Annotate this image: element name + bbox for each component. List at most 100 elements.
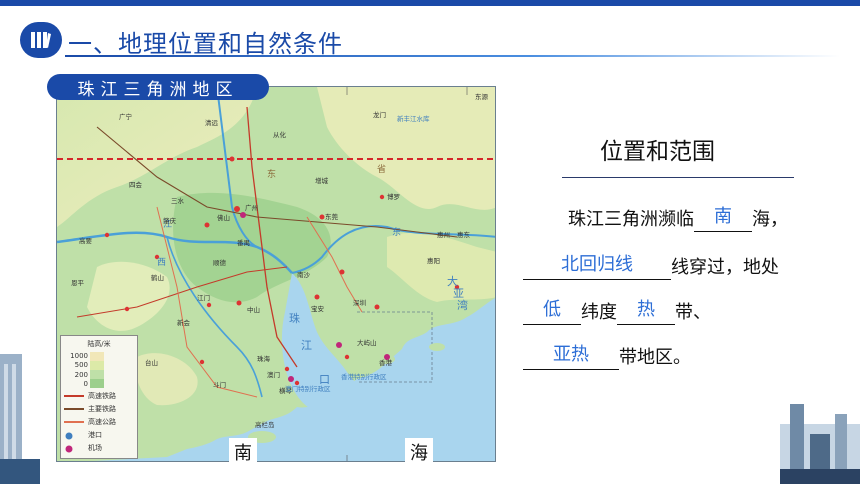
svg-text:佛山: 佛山 — [217, 213, 230, 222]
svg-text:四会: 四会 — [129, 180, 143, 189]
legend-title: 陆高/米 — [87, 340, 111, 348]
fill-line-2: 北回归线 线穿过，地处 — [523, 253, 779, 280]
svg-text:南沙: 南沙 — [297, 270, 311, 279]
answer-blank[interactable]: 北回归线 — [523, 253, 671, 280]
svg-text:惠阳: 惠阳 — [427, 256, 440, 265]
legend-elevation-label: 200 — [74, 370, 88, 379]
section-title: 一、地理位置和自然条件 — [68, 30, 343, 58]
fill-text: 带、 — [675, 302, 711, 323]
svg-text:东源: 东源 — [475, 92, 489, 101]
fill-text: 线穿过，地处 — [671, 257, 779, 278]
svg-text:江门: 江门 — [197, 293, 210, 302]
side-heading: 位置和范围 — [600, 139, 715, 165]
svg-text:广宁: 广宁 — [119, 112, 133, 121]
legend-row: 机场 — [64, 443, 134, 453]
answer-blank[interactable]: 热 — [617, 298, 675, 325]
svg-text:清远: 清远 — [205, 118, 219, 127]
legend-elevation-label: 1000 — [70, 352, 88, 360]
answer-text: 南 — [714, 206, 732, 227]
pearl-river-delta-map: 珠江口 大亚湾 西江 东东 省 广宁 清远 从化 龙门 东源 新丰江水库 四会 广州 增城 … — [56, 86, 496, 462]
header-underline — [65, 55, 840, 57]
svg-text:东: 东 — [267, 168, 276, 180]
svg-text:三水: 三水 — [171, 196, 185, 205]
svg-text:龙门: 龙门 — [373, 110, 386, 119]
svg-text:大屿山: 大屿山 — [357, 338, 377, 347]
fill-text: 纬度 — [581, 302, 617, 323]
legend-row: 港口 — [64, 430, 134, 440]
legend-row: 高速公路 — [64, 417, 134, 427]
svg-text:从化: 从化 — [273, 130, 287, 139]
svg-text:中山: 中山 — [247, 305, 260, 314]
svg-text:大: 大 — [447, 274, 458, 288]
legend-item-label: 机场 — [88, 444, 102, 452]
legend-elevation-label: 0 — [83, 379, 88, 388]
svg-text:肇庆: 肇庆 — [163, 216, 177, 225]
svg-text:深圳: 深圳 — [353, 298, 366, 307]
legend-elevation-label: 500 — [74, 361, 88, 370]
svg-text:惠州: 惠州 — [437, 230, 450, 239]
railway-symbol — [64, 407, 84, 414]
svg-text:珠海: 珠海 — [257, 354, 271, 363]
svg-text:东: 东 — [392, 226, 401, 238]
answer-text: 热 — [637, 299, 655, 320]
svg-text:斗门: 斗门 — [213, 380, 226, 389]
building-decoration — [0, 334, 40, 484]
legend-item-label: 主要铁路 — [88, 405, 116, 413]
svg-text:广州: 广州 — [245, 203, 258, 212]
book-icon — [20, 22, 62, 58]
fill-line-4: 亚热 带地区。 — [523, 343, 691, 370]
fill-line-3: 低纬度热带、 — [523, 298, 711, 325]
svg-text:新会: 新会 — [177, 318, 191, 327]
fill-text: 珠江三角洲濒临 — [568, 209, 694, 230]
city-skyline-decoration — [780, 384, 860, 484]
svg-text:增城: 增城 — [315, 176, 329, 185]
svg-text:香港特别行政区: 香港特别行政区 — [341, 372, 387, 381]
answer-blank[interactable]: 低 — [523, 298, 581, 325]
fill-text: 带地区。 — [619, 347, 691, 368]
svg-text:新丰江水库: 新丰江水库 — [397, 114, 430, 123]
map-title-badge: 珠江三角洲地区 — [47, 74, 269, 100]
answer-blank[interactable]: 亚热 — [523, 343, 619, 370]
answer-text: 北回归线 — [561, 254, 633, 275]
svg-text:东莞: 东莞 — [325, 212, 339, 221]
svg-text:惠东: 惠东 — [457, 230, 471, 239]
svg-text:香港: 香港 — [379, 358, 393, 367]
svg-text:鹤山: 鹤山 — [151, 273, 164, 282]
svg-text:宝安: 宝安 — [311, 304, 325, 313]
svg-text:高要: 高要 — [79, 236, 93, 245]
svg-text:省: 省 — [377, 163, 386, 175]
legend-row: 高速铁路 — [64, 391, 134, 401]
svg-text:澳门: 澳门 — [267, 370, 280, 379]
svg-text:高栏岛: 高栏岛 — [255, 420, 275, 429]
legend-row: 主要铁路 — [64, 404, 134, 414]
fill-line-1: 珠江三角洲濒临南海， — [568, 205, 788, 232]
answer-text: 低 — [543, 299, 561, 320]
answer-text: 亚热 — [553, 344, 589, 365]
svg-text:顺德: 顺德 — [213, 258, 227, 267]
top-accent-bar — [0, 0, 860, 6]
legend-color-ramp — [90, 352, 104, 388]
svg-text:恩平: 恩平 — [71, 279, 85, 287]
legend-item-label: 港口 — [88, 431, 102, 439]
svg-text:西: 西 — [157, 257, 166, 268]
legend-item-label: 高速铁路 — [88, 392, 116, 400]
legend-item-label: 高速公路 — [88, 418, 116, 426]
svg-text:博罗: 博罗 — [387, 192, 400, 201]
high-speed-rail-symbol — [64, 394, 84, 401]
answer-blank[interactable]: 南 — [694, 205, 752, 232]
svg-text:台山: 台山 — [145, 358, 158, 367]
svg-text:澳门特别行政区: 澳门特别行政区 — [285, 384, 331, 393]
svg-text:番禺: 番禺 — [237, 239, 250, 247]
svg-text:江: 江 — [301, 339, 312, 352]
sea-label-south: 南 — [229, 438, 257, 466]
map-legend: 陆高/米 1000 500 200 0 高速铁路 主要铁路 高速公路 港口 机场 — [60, 335, 138, 459]
legend-elevation-scale: 1000 500 200 0 — [64, 352, 134, 388]
svg-text:珠: 珠 — [289, 311, 300, 325]
side-heading-underline — [562, 177, 794, 178]
fill-text: 海， — [752, 209, 788, 230]
sea-label-sea: 海 — [405, 438, 433, 466]
expressway-symbol — [64, 420, 84, 427]
port-icon — [64, 432, 84, 440]
airport-icon — [64, 445, 84, 453]
svg-text:湾: 湾 — [457, 298, 468, 312]
